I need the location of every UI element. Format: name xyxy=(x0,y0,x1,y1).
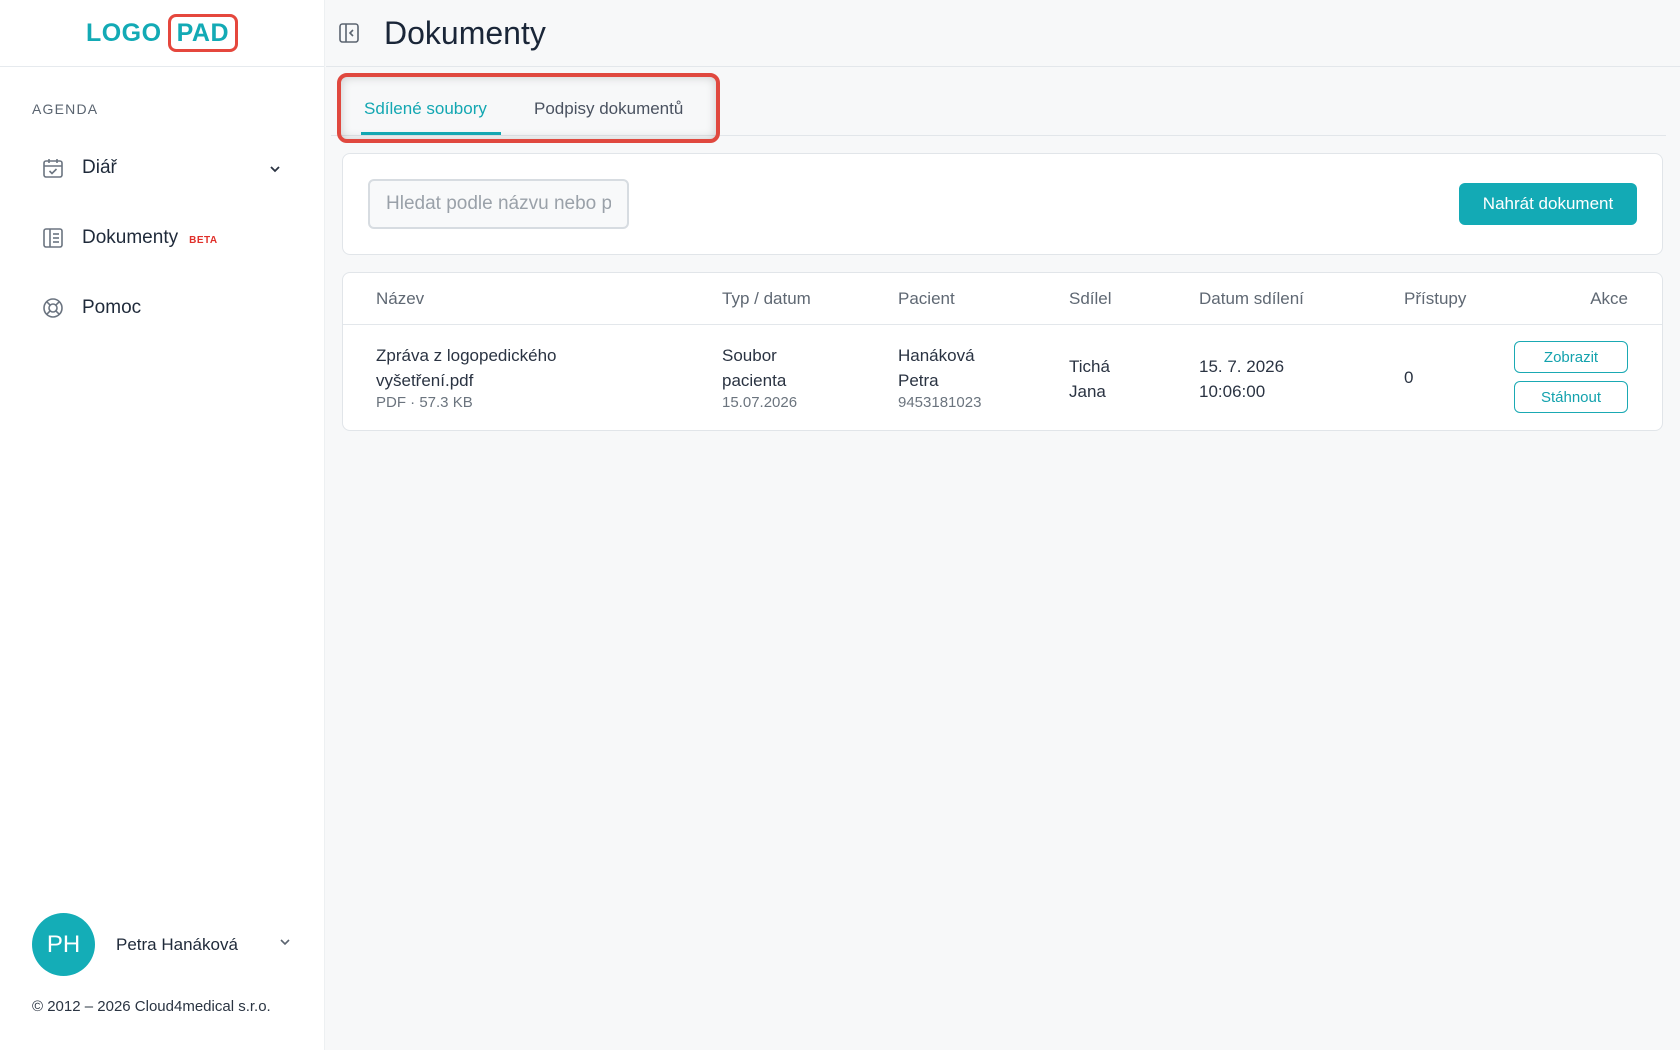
document-meta: PDF · 57.3 KB xyxy=(376,394,473,411)
column-header-access: Přístupy xyxy=(1404,289,1467,308)
download-button[interactable]: Stáhnout xyxy=(1514,381,1628,413)
column-header-patient: Pacient xyxy=(898,289,955,308)
sidebar-collapse-icon[interactable] xyxy=(336,20,362,46)
column-header-actions: Akce xyxy=(1590,289,1628,308)
type-date-cell: Soubor pacienta 15.07.2026 xyxy=(722,346,798,411)
document-list-icon xyxy=(40,225,66,251)
search-card: Nahrát dokument xyxy=(342,153,1663,255)
section-label-agenda: AGENDA xyxy=(32,101,99,117)
column-header-name: Název xyxy=(376,289,425,308)
tabs: Sdílené soubory Podpisy dokumentů xyxy=(331,73,1666,143)
sidebar-item-label: Diář xyxy=(82,157,117,178)
sidebar-item-diar[interactable]: Diář xyxy=(40,155,117,181)
chevron-down-icon[interactable] xyxy=(278,935,292,954)
shared-by-cell: Tichá Jana xyxy=(1069,357,1110,401)
chevron-down-icon[interactable] xyxy=(268,162,282,181)
calendar-check-icon xyxy=(40,155,66,181)
sidebar-item-pomoc[interactable]: Pomoc xyxy=(40,295,141,321)
active-tab-indicator xyxy=(361,132,501,135)
avatar: PH xyxy=(32,913,95,976)
page-title: Dokumenty xyxy=(384,14,546,51)
tab-podpisy-dokumentu[interactable]: Podpisy dokumentů xyxy=(534,99,683,119)
copyright: © 2012 – 2026 Cloud4medical s.r.o. xyxy=(32,998,271,1015)
search-input[interactable] xyxy=(368,179,629,229)
logo-area: LOGO PAD xyxy=(0,0,324,67)
logo[interactable]: LOGO PAD xyxy=(85,14,239,52)
beta-badge: BETA xyxy=(189,234,218,246)
user-name: Petra Hanáková xyxy=(116,934,238,954)
patient-cell: Hanáková Petra 9453181023 xyxy=(898,346,982,411)
document-name-cell: Zpráva z logopedického vyšetření.pdf PDF… xyxy=(376,346,557,411)
sidebar: LOGO PAD AGENDA Diář Dokumenty BETA Pomo… xyxy=(0,0,325,1050)
table-header: Název Typ / datum Pacient Sdílel Datum s… xyxy=(343,273,1662,325)
view-button[interactable]: Zobrazit xyxy=(1514,341,1628,373)
sidebar-item-label: Pomoc xyxy=(82,297,142,318)
sidebar-item-label: Dokumenty xyxy=(82,227,179,248)
logo-text-logo: LOGO xyxy=(85,18,162,47)
header: Dokumenty xyxy=(326,0,1680,67)
column-header-shared-by: Sdílel xyxy=(1069,289,1112,308)
column-header-shared-date: Datum sdílení xyxy=(1199,289,1304,308)
lifebuoy-icon xyxy=(40,295,66,321)
logo-text-pad: PAD xyxy=(167,14,239,52)
documents-table: Název Typ / datum Pacient Sdílel Datum s… xyxy=(342,272,1663,431)
sidebar-item-dokumenty[interactable]: Dokumenty BETA xyxy=(40,225,218,251)
main-content: Dokumenty Sdílené soubory Podpisy dokume… xyxy=(326,0,1680,1050)
upload-document-button[interactable]: Nahrát dokument xyxy=(1459,183,1637,225)
user-menu[interactable]: PH Petra Hanáková xyxy=(32,913,292,976)
access-count-cell: 0 xyxy=(1404,368,1414,387)
tab-sdilene-soubory[interactable]: Sdílené soubory xyxy=(364,99,487,119)
column-header-type-date: Typ / datum xyxy=(722,289,811,308)
shared-date-cell: 15. 7. 2026 10:06:00 xyxy=(1199,357,1285,401)
